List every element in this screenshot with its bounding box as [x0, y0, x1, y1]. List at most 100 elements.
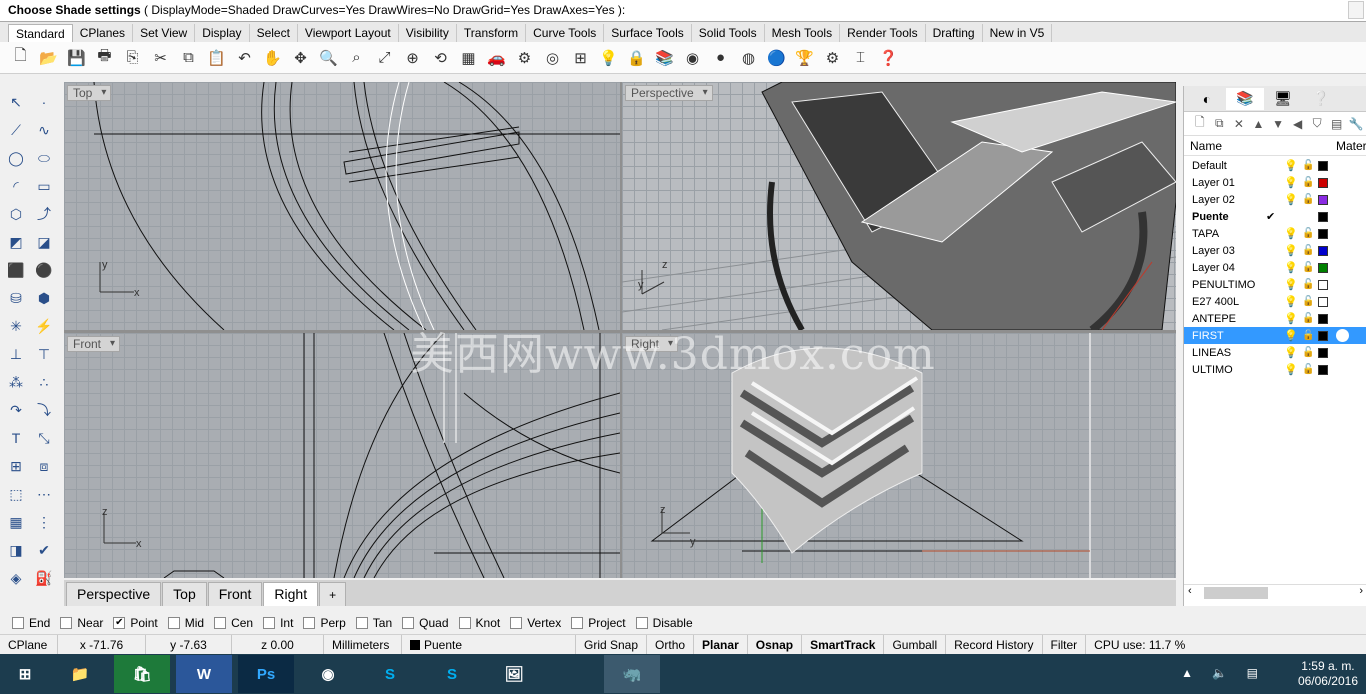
- smarttrack-toggle[interactable]: SmartTrack: [802, 634, 885, 655]
- shaded-sphere-icon[interactable]: ●: [708, 45, 733, 70]
- grid-array-icon[interactable]: ▦: [4, 510, 28, 534]
- offset-icon[interactable]: ⤵: [32, 398, 56, 422]
- system-clock[interactable]: 1:59 a. m. 06/06/2016: [1298, 659, 1358, 689]
- layer-color-swatch[interactable]: [1318, 161, 1328, 171]
- viewport-tab[interactable]: Perspective: [66, 582, 162, 606]
- layer-lock-icon[interactable]: 🔓: [1302, 364, 1314, 375]
- split-icon[interactable]: ⊤: [32, 342, 56, 366]
- analyze-icon[interactable]: ◨: [4, 538, 28, 562]
- viewport-tab[interactable]: Right: [263, 582, 319, 606]
- layer-visibility-icon[interactable]: 💡: [1284, 244, 1298, 257]
- osnap-checkbox[interactable]: Mid: [167, 616, 204, 630]
- layer-color-swatch[interactable]: [1318, 178, 1328, 188]
- layer-lock-icon[interactable]: 🔓: [1302, 228, 1314, 239]
- curve-icon[interactable]: ∿: [32, 118, 56, 142]
- layer-row[interactable]: ANTEPE 💡 🔓: [1184, 310, 1366, 327]
- add-viewport-tab-button[interactable]: +: [319, 582, 347, 606]
- toolbar-tab[interactable]: Viewport Layout: [298, 24, 399, 42]
- tools-icon[interactable]: 🔧: [1347, 117, 1366, 131]
- polygon-icon[interactable]: ⬡: [4, 202, 28, 226]
- rotate-view-icon[interactable]: ⟲: [428, 45, 453, 70]
- layer-color-swatch[interactable]: [1318, 212, 1328, 222]
- toolbar-tab[interactable]: Drafting: [926, 24, 983, 42]
- osnap-checkbox[interactable]: Project: [571, 616, 626, 630]
- scale-icon[interactable]: ⧈: [32, 454, 56, 478]
- layer-visibility-icon[interactable]: 💡: [1284, 261, 1298, 274]
- osnap-checkbox[interactable]: Knot: [458, 616, 500, 630]
- layer-row[interactable]: ULTIMO 💡 🔓: [1184, 361, 1366, 378]
- select-filter-icon[interactable]: ⊞: [568, 45, 593, 70]
- layer-lock-icon[interactable]: 🔓: [1302, 330, 1314, 341]
- layer-lock-icon[interactable]: 🔓: [1302, 296, 1314, 307]
- array-icon[interactable]: ⊞: [4, 454, 28, 478]
- fillet-icon[interactable]: ↷: [4, 398, 28, 422]
- layer-visibility-icon[interactable]: 💡: [1284, 295, 1298, 308]
- layer-row[interactable]: Default 💡 🔓: [1184, 157, 1366, 174]
- checkbox-box[interactable]: [263, 617, 276, 629]
- ellipse-icon[interactable]: ⬭: [32, 146, 56, 170]
- toolbar-tab[interactable]: Surface Tools: [604, 24, 692, 42]
- layer-states-icon[interactable]: ▤: [1327, 117, 1347, 131]
- light-bulb-icon[interactable]: 💡: [596, 45, 621, 70]
- circle-icon[interactable]: ◯: [4, 146, 28, 170]
- delete-layer-icon[interactable]: ✕: [1229, 117, 1249, 131]
- paste-icon[interactable]: 📋: [204, 45, 229, 70]
- osnap-checkbox[interactable]: Vertex: [510, 616, 561, 630]
- osnap-checkbox[interactable]: Int: [263, 616, 293, 630]
- current-layer-status[interactable]: Puente: [402, 634, 576, 655]
- point-icon[interactable]: ·: [32, 90, 56, 114]
- filter-toggle[interactable]: Filter: [1043, 634, 1087, 655]
- photoshop-icon[interactable]: Ps: [238, 655, 294, 693]
- box-icon[interactable]: ⬛: [4, 258, 28, 282]
- grid-snap-toggle[interactable]: Grid Snap: [576, 634, 648, 655]
- layer-visibility-icon[interactable]: 💡: [1284, 278, 1298, 291]
- toolbar-tab[interactable]: Standard: [8, 24, 73, 42]
- trophy-icon[interactable]: 🏆: [792, 45, 817, 70]
- move-left-icon[interactable]: ◀: [1288, 117, 1308, 131]
- toolbar-tab[interactable]: Select: [250, 24, 298, 42]
- layer-color-swatch[interactable]: [1318, 297, 1328, 307]
- layer-visibility-icon[interactable]: 💡: [1284, 193, 1298, 206]
- new-sublayer-icon[interactable]: ⧉: [1210, 116, 1230, 131]
- viewport-perspective-label[interactable]: Perspective: [625, 85, 713, 101]
- ortho-toggle[interactable]: Ortho: [647, 634, 695, 655]
- undo-icon[interactable]: ↶: [232, 45, 257, 70]
- command-line[interactable]: Choose Shade settings ( DisplayMode=Shad…: [0, 0, 1366, 22]
- osnap-checkbox[interactable]: ✔ Point: [113, 616, 158, 630]
- command-options[interactable]: ( DisplayMode=Shaded DrawCurves=Yes Draw…: [144, 3, 625, 17]
- layer-visibility-icon[interactable]: 💡: [1284, 176, 1298, 189]
- viewport-top[interactable]: x y Top: [64, 82, 620, 330]
- viewport-right[interactable]: y z Right: [622, 333, 1176, 578]
- car-icon[interactable]: 🚗: [484, 45, 509, 70]
- trim-icon[interactable]: ⊥: [4, 342, 28, 366]
- layer-row[interactable]: Layer 03 💡 🔓: [1184, 242, 1366, 259]
- layer-row[interactable]: Layer 04 💡 🔓: [1184, 259, 1366, 276]
- photos-icon[interactable]: 🖼: [486, 655, 542, 693]
- color-wheel-icon[interactable]: ◉: [680, 45, 705, 70]
- blue-sphere-icon[interactable]: 🔵: [764, 45, 789, 70]
- new-layer-icon[interactable]: 🗋: [1190, 113, 1210, 134]
- text-icon[interactable]: T: [4, 426, 28, 450]
- explode-icon[interactable]: ✳: [4, 314, 28, 338]
- layer-visibility-icon[interactable]: 💡: [1284, 346, 1298, 359]
- osnap-checkbox[interactable]: Disable: [635, 616, 693, 630]
- boolean-icon[interactable]: ⚡: [32, 314, 56, 338]
- osnap-checkbox[interactable]: Cen: [214, 616, 253, 630]
- options-gear-icon[interactable]: ⚙: [820, 45, 845, 70]
- layer-visibility-icon[interactable]: 💡: [1284, 329, 1298, 342]
- layer-lock-icon[interactable]: 🔓: [1302, 160, 1314, 171]
- lock-icon[interactable]: 🔒: [624, 45, 649, 70]
- move-down-icon[interactable]: ▼: [1268, 117, 1288, 131]
- toolbar-tab[interactable]: Curve Tools: [526, 24, 605, 42]
- osnap-toggle[interactable]: Osnap: [748, 634, 803, 655]
- store-icon[interactable]: 🛍: [114, 655, 170, 693]
- fillet-curve-icon[interactable]: ⤴: [32, 202, 56, 226]
- group-icon[interactable]: ⁂: [4, 370, 28, 394]
- render-object-icon[interactable]: ◈: [4, 566, 28, 590]
- open-file-icon[interactable]: 📂: [36, 45, 61, 70]
- select-arrow-icon[interactable]: ↖: [4, 90, 28, 114]
- layer-lock-icon[interactable]: 🔓: [1302, 245, 1314, 256]
- layer-row[interactable]: TAPA 💡 🔓: [1184, 225, 1366, 242]
- layer-color-swatch[interactable]: [1318, 263, 1328, 273]
- viewport-front-label[interactable]: Front: [67, 336, 121, 352]
